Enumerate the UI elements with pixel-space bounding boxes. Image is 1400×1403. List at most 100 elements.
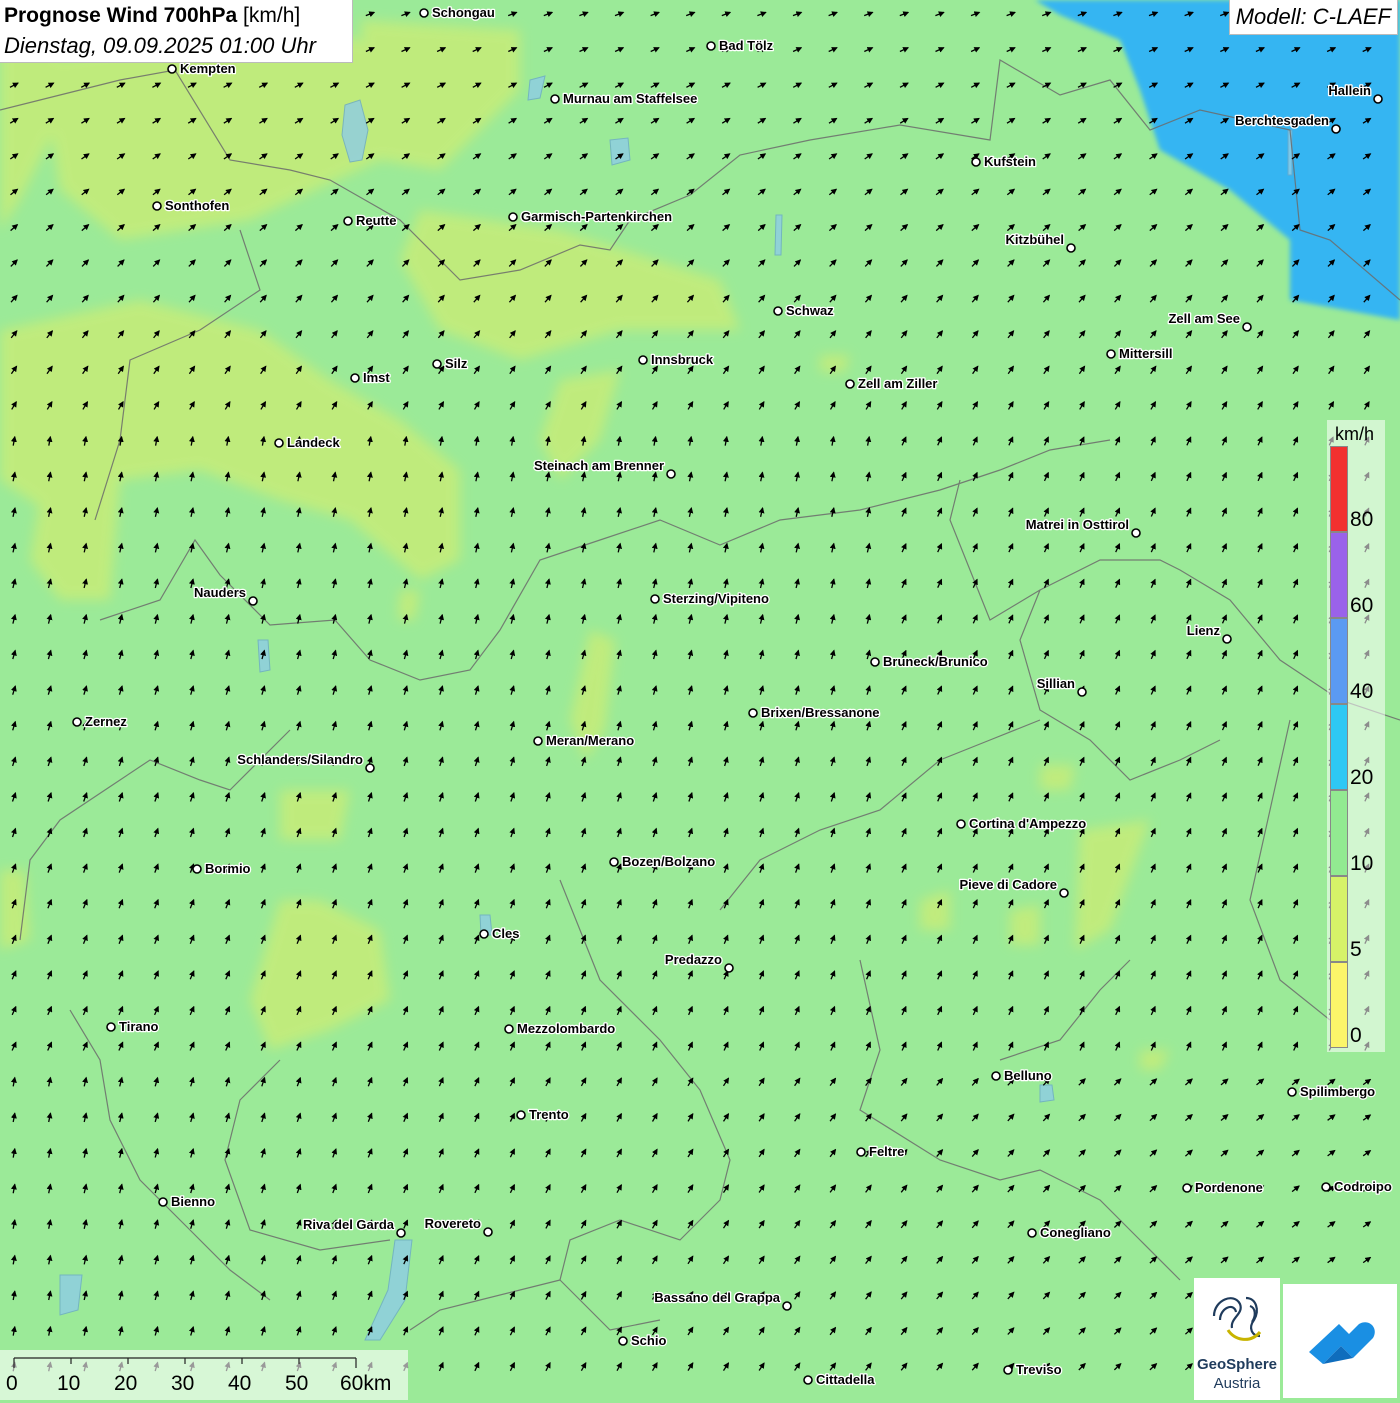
city-label: Berchtesgaden: [1235, 113, 1329, 128]
geosphere-logo: GeoSphere Austria: [1194, 1278, 1280, 1400]
city-dot: [706, 41, 716, 51]
city-dot: [106, 1022, 116, 1032]
city-dot: [1003, 1365, 1013, 1375]
city-marker: Cortina d'Ampezzo: [956, 815, 1088, 832]
city-dot: [856, 1147, 866, 1157]
city-label: Schlanders/Silandro: [237, 752, 363, 767]
city-label: Predazzo: [665, 952, 722, 967]
legend-unit: km/h: [1335, 424, 1375, 444]
city-label: Bienno: [171, 1194, 215, 1209]
city-dot: [666, 469, 676, 479]
city-label: Cittadella: [816, 1372, 875, 1387]
city-label: Feltre: [869, 1144, 904, 1159]
city-dot: [550, 94, 560, 104]
legend-label: 5: [1350, 938, 1362, 961]
city-marker: Bruneck/Brunico: [870, 653, 989, 670]
city-dot: [748, 708, 758, 718]
legend-label: 40: [1350, 680, 1374, 703]
city-dot: [365, 763, 375, 773]
city-label: Schwaz: [786, 303, 834, 318]
city-label: Bormio: [205, 861, 251, 876]
scale-label: 40: [228, 1372, 252, 1395]
legend-swatch: [1330, 446, 1348, 532]
city-marker: Conegliano: [1027, 1224, 1112, 1241]
city-label: Zell am See: [1168, 311, 1240, 326]
city-dot: [956, 819, 966, 829]
color-legend: km/h 0 5 10 20 40 60 80: [1327, 420, 1385, 1052]
city-dot: [419, 8, 429, 18]
city-dot: [870, 657, 880, 667]
city-marker: Murnau am Staffelsee: [550, 90, 699, 107]
city-label: Sterzing/Vipiteno: [663, 591, 769, 606]
scale-label: 10: [57, 1372, 81, 1395]
city-marker: Brixen/Bressanone: [748, 704, 881, 721]
city-label: Bozen/Bolzano: [622, 854, 715, 869]
legend-label: 60: [1350, 594, 1374, 617]
title-box: Prognose Wind 700hPa [km/h] Dienstag, 09…: [0, 0, 353, 63]
city-dot: [479, 929, 489, 939]
scale-label: 60km: [340, 1372, 392, 1395]
scale-label: 30: [171, 1372, 195, 1395]
city-marker: Garmisch-Partenkirchen: [508, 208, 673, 225]
legend-swatch: [1330, 704, 1348, 790]
city-marker: Schongau: [419, 4, 496, 21]
title-unit: [km/h]: [243, 4, 301, 27]
geosphere-name: GeoSphere: [1196, 1356, 1278, 1373]
city-label: Trento: [529, 1107, 569, 1122]
city-dot: [1027, 1228, 1037, 1238]
legend-label: 20: [1350, 766, 1374, 789]
city-dot: [1287, 1087, 1297, 1097]
city-label: Bruneck/Brunico: [883, 654, 988, 669]
city-label: Rovereto: [425, 1216, 481, 1231]
city-marker: Pordenone: [1182, 1179, 1264, 1196]
city-label: Steinach am Brenner: [534, 458, 664, 473]
city-dot: [508, 212, 518, 222]
city-dot: [1242, 322, 1252, 332]
city-dot: [1373, 94, 1383, 104]
city-label: Meran/Merano: [546, 733, 634, 748]
legend-swatch: [1330, 618, 1348, 704]
city-label: Matrei in Osttirol: [1026, 517, 1129, 532]
city-dot: [1066, 243, 1076, 253]
city-dot: [782, 1301, 792, 1311]
city-label: Mittersill: [1119, 346, 1172, 361]
legend-label: 80: [1350, 508, 1374, 531]
city-marker: Meran/Merano: [533, 732, 635, 749]
city-dot: [971, 157, 981, 167]
city-label: Nauders: [194, 585, 246, 600]
city-dot: [618, 1336, 628, 1346]
city-dot: [1331, 124, 1341, 134]
city-marker: Bozen/Bolzano: [609, 853, 717, 870]
city-label: Lienz: [1187, 623, 1221, 638]
city-label: Brixen/Bressanone: [761, 705, 880, 720]
forecast-time: Dienstag, 09.09.2025 01:00 Uhr: [4, 33, 316, 58]
city-dot: [1106, 349, 1116, 359]
city-label: Kufstein: [984, 154, 1036, 169]
city-dot: [1059, 888, 1069, 898]
geosphere-country: Austria: [1213, 1375, 1261, 1392]
city-dot: [1321, 1182, 1331, 1192]
model-label: Modell: C-LAEF: [1228, 0, 1398, 35]
city-label: Hallein: [1328, 83, 1371, 98]
city-dot: [152, 201, 162, 211]
city-dot: [72, 717, 82, 727]
cloud-arrow-icon: [1309, 1322, 1375, 1364]
city-label: Codroipo: [1334, 1179, 1392, 1194]
city-label: Belluno: [1004, 1068, 1052, 1083]
city-label: Garmisch-Partenkirchen: [521, 209, 672, 224]
scale-label: 20: [114, 1372, 138, 1395]
city-label: Kitzbühel: [1006, 232, 1065, 247]
legend-swatch: [1330, 962, 1348, 1048]
city-label: Mezzolombardo: [517, 1021, 615, 1036]
city-dot: [1131, 528, 1141, 538]
city-dot: [533, 736, 543, 746]
city-dot: [483, 1227, 493, 1237]
city-label: Spilimbergo: [1300, 1084, 1375, 1099]
city-dot: [650, 594, 660, 604]
city-label: Landeck: [287, 435, 341, 450]
city-dot: [432, 359, 442, 369]
geosphere-logo-icon: [1212, 1296, 1262, 1341]
city-dot: [167, 64, 177, 74]
city-dot: [158, 1197, 168, 1207]
city-label: Cortina d'Ampezzo: [969, 816, 1086, 831]
